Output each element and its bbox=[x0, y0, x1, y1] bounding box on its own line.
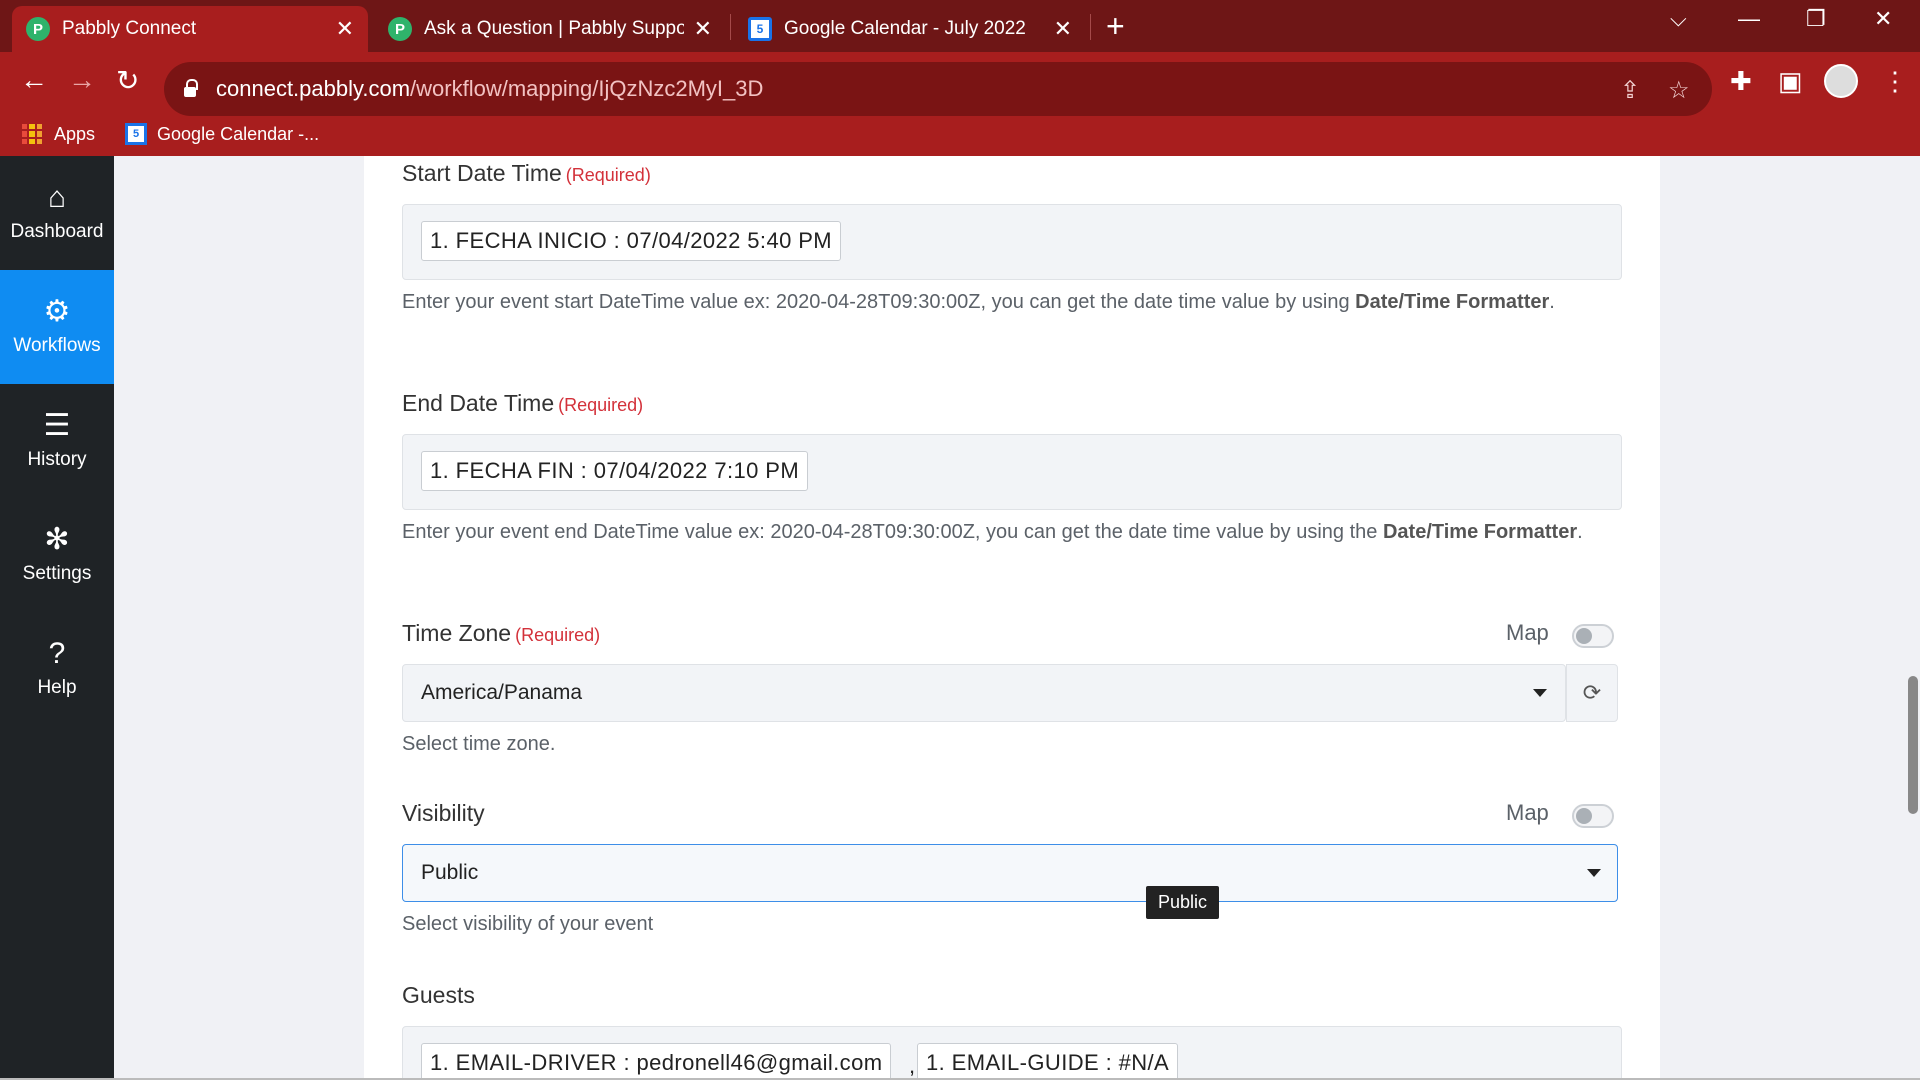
required-text: (Required) bbox=[565, 165, 651, 185]
browser-toolbar: ← → ↻ connect.pabbly.com /workflow/mappi… bbox=[0, 52, 1920, 156]
map-label: Map bbox=[1506, 800, 1549, 825]
bookmark-label: Google Calendar -... bbox=[157, 123, 320, 144]
selected-value: Public bbox=[421, 861, 479, 884]
visibility-map-toggle[interactable] bbox=[1572, 804, 1614, 828]
date-time-formatter-link[interactable]: Date/Time Formatter bbox=[1383, 521, 1577, 543]
sidebar-item-label: Help bbox=[37, 677, 77, 698]
start-date-time-field[interactable]: 1. FECHA INICIO : 07/04/2022 5:40 PM bbox=[402, 204, 1622, 280]
time-zone-label: Time Zone (Required) bbox=[402, 620, 601, 646]
window-close-icon[interactable]: ✕ bbox=[1874, 6, 1892, 32]
date-time-formatter-link[interactable]: Date/Time Formatter bbox=[1355, 291, 1549, 313]
sidebar-item-dashboard[interactable]: ⌂ Dashboard bbox=[0, 156, 114, 270]
extensions-puzzle-icon[interactable]: ✚ bbox=[1730, 66, 1752, 97]
visibility-label: Visibility bbox=[402, 800, 485, 826]
sidebar-item-label: Settings bbox=[22, 563, 92, 584]
app-sidebar: ⌂ Dashboard ⚙ Workflows ☰ History ✻ Sett… bbox=[0, 156, 114, 1080]
gear-icon: ✻ bbox=[44, 523, 70, 556]
mapped-value-chip[interactable]: 1. FECHA INICIO : 07/04/2022 5:40 PM bbox=[421, 221, 842, 261]
required-text: (Required) bbox=[515, 625, 601, 645]
tab-title: Pabbly Connect bbox=[62, 18, 197, 39]
sidebar-item-help[interactable]: ? Help bbox=[0, 612, 114, 726]
restore-icon[interactable]: ❐ bbox=[1806, 6, 1826, 32]
map-label: Map bbox=[1506, 620, 1549, 645]
end-date-time-label: End Date Time (Required) bbox=[402, 390, 644, 416]
kebab-menu-icon[interactable]: ⋮ bbox=[1882, 66, 1908, 97]
bookmark-apps[interactable]: Apps bbox=[22, 124, 95, 145]
star-icon[interactable]: ☆ bbox=[1668, 76, 1690, 105]
list-icon: ☰ bbox=[43, 409, 71, 442]
browser-tab-strip: P Pabbly Connect ✕ P Ask a Question | Pa… bbox=[0, 0, 1920, 52]
sidebar-item-settings[interactable]: ✻ Settings bbox=[0, 498, 114, 612]
caret-down-icon bbox=[1587, 869, 1601, 877]
caret-down-icon bbox=[1533, 689, 1547, 697]
bookmark-label: Apps bbox=[54, 123, 96, 144]
sidebar-item-label: Workflows bbox=[13, 335, 101, 356]
sidebar-item-label: Dashboard bbox=[10, 221, 104, 242]
url-path: /workflow/mapping/IjQzNzc2MyI_3D bbox=[410, 76, 764, 101]
tab-google-calendar[interactable]: 5 Google Calendar - July 2022 ✕ bbox=[734, 6, 1086, 52]
mapped-value-chip[interactable]: 1. FECHA FIN : 07/04/2022 7:10 PM bbox=[421, 451, 809, 491]
tab-title: Google Calendar - July 2022 bbox=[784, 18, 1026, 39]
close-icon[interactable]: ✕ bbox=[1054, 16, 1072, 42]
guests-label: Guests bbox=[402, 982, 475, 1008]
tab-search-chevron-icon[interactable]: ⌵ bbox=[1670, 6, 1687, 32]
tab-separator bbox=[1090, 14, 1091, 40]
pabbly-p-icon: P bbox=[26, 17, 50, 41]
share-icon[interactable]: ⇪ bbox=[1620, 76, 1640, 105]
pabbly-p-icon: P bbox=[388, 17, 412, 41]
mapped-value-chip[interactable]: 1. EMAIL-GUIDE : #N/A bbox=[917, 1043, 1179, 1080]
url-host: connect.pabbly.com bbox=[216, 76, 411, 101]
sidebar-item-workflows[interactable]: ⚙ Workflows bbox=[0, 270, 114, 384]
bookmarks-bar: Apps 5 Google Calendar -... bbox=[0, 114, 319, 154]
address-bar[interactable]: connect.pabbly.com /workflow/mapping/IjQ… bbox=[164, 62, 1712, 116]
end-date-time-help: Enter your event end DateTime value ex: … bbox=[402, 521, 1583, 543]
start-date-time-help: Enter your event start DateTime value ex… bbox=[402, 291, 1555, 313]
tab-title: Ask a Question | Pabbly Support bbox=[424, 18, 684, 39]
reload-icon[interactable]: ↻ bbox=[116, 64, 139, 97]
guests-field[interactable]: 1. EMAIL-DRIVER : pedronell46@gmail.com … bbox=[402, 1026, 1622, 1080]
side-panel-icon[interactable]: ▣ bbox=[1778, 66, 1803, 97]
google-calendar-icon: 5 bbox=[748, 17, 772, 41]
avatar[interactable] bbox=[1824, 64, 1858, 98]
question-icon: ? bbox=[48, 637, 66, 670]
new-tab-plus-icon[interactable]: + bbox=[1106, 8, 1125, 45]
minimize-icon[interactable]: — bbox=[1738, 6, 1760, 32]
selected-value: America/Panama bbox=[421, 681, 583, 704]
tooltip: Public bbox=[1146, 886, 1220, 919]
forward-arrow-icon[interactable]: → bbox=[68, 64, 96, 96]
tab-pabbly-support[interactable]: P Ask a Question | Pabbly Support ✕ bbox=[374, 6, 726, 52]
start-date-time-label: Start Date Time (Required) bbox=[402, 160, 651, 186]
workflow-icon: ⚙ bbox=[43, 295, 71, 328]
tab-pabbly-connect[interactable]: P Pabbly Connect ✕ bbox=[12, 6, 368, 52]
bookmark-google-calendar[interactable]: 5 Google Calendar -... bbox=[117, 123, 319, 145]
scrollbar-thumb[interactable] bbox=[1908, 676, 1918, 814]
back-arrow-icon[interactable]: ← bbox=[20, 64, 48, 96]
time-zone-map-toggle[interactable] bbox=[1572, 624, 1614, 648]
close-icon[interactable]: ✕ bbox=[694, 16, 712, 42]
time-zone-help: Select time zone. bbox=[402, 733, 556, 755]
refresh-icon[interactable]: ⟳ bbox=[1566, 664, 1618, 722]
required-text: (Required) bbox=[558, 395, 644, 415]
visibility-help: Select visibility of your event bbox=[402, 913, 654, 935]
tab-separator bbox=[730, 14, 731, 40]
time-zone-select[interactable]: America/Panama bbox=[402, 664, 1566, 722]
visibility-select[interactable]: Public bbox=[402, 844, 1618, 902]
close-icon[interactable]: ✕ bbox=[336, 16, 354, 42]
home-icon: ⌂ bbox=[47, 181, 67, 214]
end-date-time-field[interactable]: 1. FECHA FIN : 07/04/2022 7:10 PM bbox=[402, 434, 1622, 510]
google-calendar-icon: 5 bbox=[125, 123, 148, 145]
chip-separator: , bbox=[909, 1053, 916, 1078]
apps-grid-icon bbox=[22, 124, 42, 144]
sidebar-item-label: History bbox=[27, 449, 87, 470]
sidebar-item-history[interactable]: ☰ History bbox=[0, 384, 114, 498]
lock-icon bbox=[184, 79, 198, 97]
mapped-value-chip[interactable]: 1. EMAIL-DRIVER : pedronell46@gmail.com bbox=[421, 1043, 892, 1080]
